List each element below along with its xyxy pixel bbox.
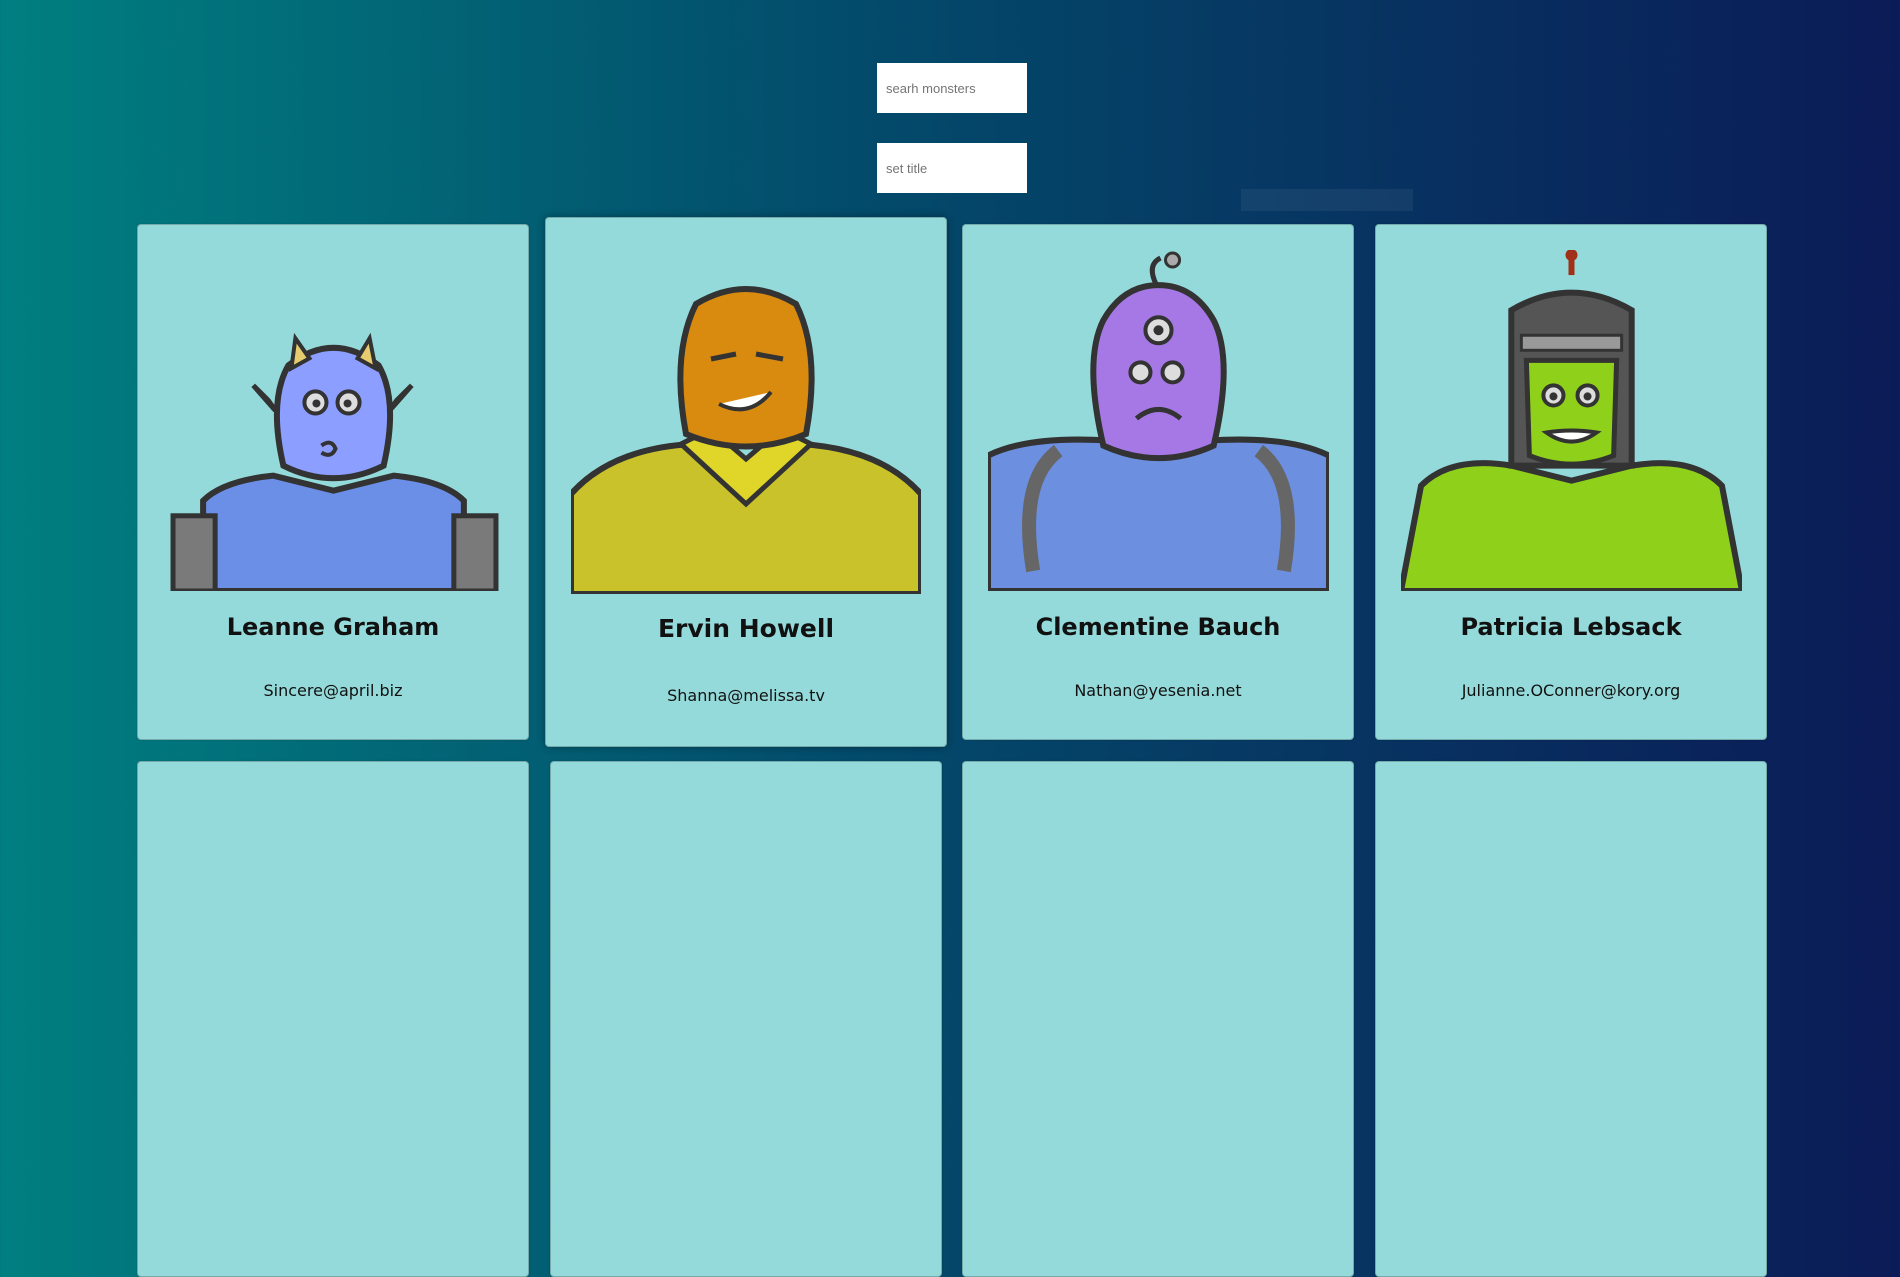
- monster-name: Ervin Howell: [657, 614, 835, 643]
- monster-avatar: [1401, 250, 1742, 591]
- monster-card[interactable]: Ervin Howell Shanna@melissa.tv: [545, 217, 947, 747]
- monster-name: Leanne Graham: [226, 613, 440, 641]
- faded-overlay: [1241, 189, 1413, 211]
- monster-card[interactable]: [1375, 761, 1767, 1277]
- monster-card[interactable]: Clementine Bauch Nathan@yesenia.net: [962, 224, 1354, 740]
- title-input[interactable]: [877, 143, 1027, 193]
- monster-name: Patricia Lebsack: [1460, 613, 1682, 641]
- monster-email: Julianne.OConner@kory.org: [1461, 681, 1681, 700]
- monster-avatar: [988, 251, 1329, 591]
- monster-name: Clementine Bauch: [1035, 613, 1281, 641]
- monster-avatar: [571, 286, 921, 594]
- monster-card[interactable]: [550, 761, 942, 1277]
- monster-card[interactable]: Patricia Lebsack Julianne.OConner@kory.o…: [1375, 224, 1767, 740]
- monster-email: Nathan@yesenia.net: [1074, 681, 1242, 700]
- monster-email: Shanna@melissa.tv: [667, 686, 825, 705]
- monster-card[interactable]: [137, 761, 529, 1277]
- monster-card[interactable]: [962, 761, 1354, 1277]
- monster-card[interactable]: Leanne Graham Sincere@april.biz: [137, 224, 529, 740]
- monster-email: Sincere@april.biz: [263, 681, 403, 700]
- monster-avatar: [170, 332, 499, 591]
- search-input[interactable]: [877, 63, 1027, 113]
